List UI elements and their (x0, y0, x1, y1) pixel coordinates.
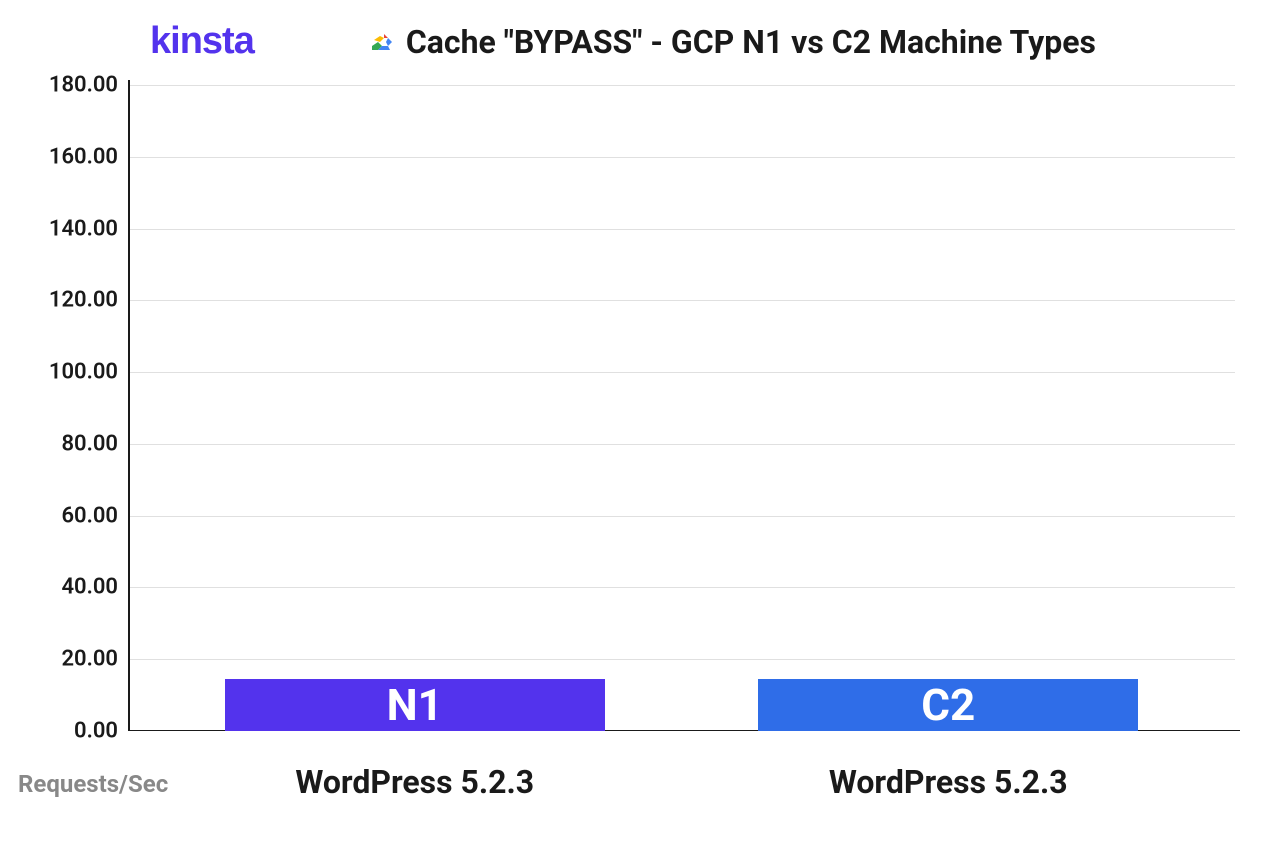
bar-group-c2: C2 (708, 679, 1188, 731)
bar-label-n1: N1 (387, 679, 443, 731)
y-tick-label: 0.00 (18, 719, 118, 744)
kinsta-logo: kinsta (150, 20, 254, 63)
y-tick-label: 120.00 (18, 288, 118, 313)
bars-container: N1 C2 (128, 85, 1235, 731)
y-tick-label: 160.00 (18, 144, 118, 169)
y-tick-label: 60.00 (18, 503, 118, 528)
bar-n1: N1 (225, 679, 605, 731)
y-axis-label: Requests/Sec (18, 770, 168, 798)
y-tick-label: 100.00 (18, 360, 118, 385)
gcp-cloud-icon (364, 26, 396, 58)
y-tick-label: 180.00 (18, 73, 118, 98)
x-axis-labels: WordPress 5.2.3 WordPress 5.2.3 (128, 763, 1235, 801)
y-axis: 180.00 160.00 140.00 120.00 100.00 80.00… (18, 85, 118, 731)
x-label-0: WordPress 5.2.3 (175, 763, 655, 801)
chart-title: Cache "BYPASS" - GCP N1 vs C2 Machine Ty… (406, 23, 1096, 61)
y-tick-label: 140.00 (18, 216, 118, 241)
chart-plot-area: 180.00 160.00 140.00 120.00 100.00 80.00… (128, 85, 1235, 731)
bar-c2: C2 (758, 679, 1138, 731)
y-tick-label: 20.00 (18, 647, 118, 672)
y-tick-label: 40.00 (18, 575, 118, 600)
bar-label-c2: C2 (921, 679, 975, 731)
chart-header: kinsta Cache "BYPASS" - GCP N1 vs C2 Mac… (150, 20, 1255, 63)
x-label-1: WordPress 5.2.3 (708, 763, 1188, 801)
bar-group-n1: N1 (175, 679, 655, 731)
title-wrapper: Cache "BYPASS" - GCP N1 vs C2 Machine Ty… (364, 23, 1096, 61)
y-tick-label: 80.00 (18, 431, 118, 456)
